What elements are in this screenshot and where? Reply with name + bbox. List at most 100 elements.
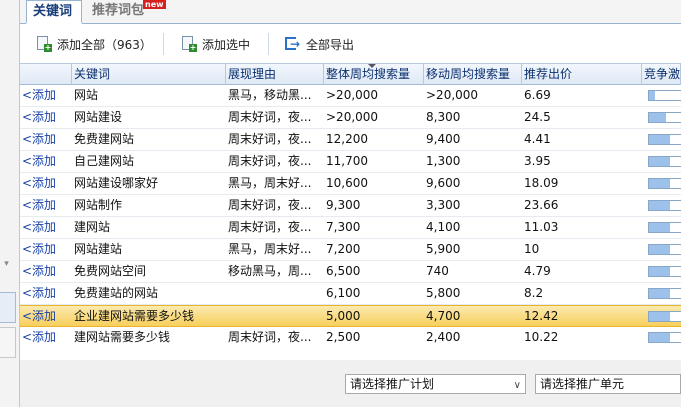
- add-all-button[interactable]: + 添加全部（963）: [36, 35, 152, 53]
- add-keyword-link[interactable]: <添加: [20, 283, 56, 304]
- reason-cell: 周末好词，夜...: [228, 132, 312, 146]
- competition-bar-fill: [649, 267, 670, 276]
- total-search-cell: 11,700: [326, 154, 368, 168]
- mobile-search-cell: 3,300: [426, 198, 461, 212]
- bid-cell: 10.22: [524, 330, 559, 344]
- bid-cell: 12.42: [524, 309, 559, 323]
- add-keyword-link[interactable]: <添加: [20, 195, 56, 216]
- table-row[interactable]: <添加 网站建设哪家好 黑马，周末好... 10,600 9,600 18.09: [20, 173, 681, 195]
- mobile-search-cell: 2,400: [426, 330, 461, 344]
- add-keyword-link[interactable]: <添加: [20, 239, 56, 260]
- add-selected-button[interactable]: + 添加选中: [181, 35, 250, 53]
- competition-bar-fill: [649, 333, 670, 342]
- add-all-label: 添加全部（963）: [57, 37, 152, 52]
- chevron-down-icon[interactable]: ▾: [0, 256, 13, 272]
- left-sidebar: ▾: [0, 0, 20, 407]
- bottom-bar: 请选择推广计划 ∨ 请选择推广单元: [20, 360, 681, 407]
- competition-bar-fill: [649, 135, 670, 144]
- column-header-keyword[interactable]: 关键词: [72, 64, 226, 85]
- keyword-cell: 自己建网站: [74, 154, 135, 168]
- competition-bar: [648, 156, 681, 167]
- tab-recommended-packages[interactable]: 推荐词包: [86, 0, 150, 24]
- toolbar-divider: [268, 33, 269, 55]
- competition-bar: [648, 222, 681, 233]
- reason-cell: 黑马，周末好...: [228, 176, 312, 190]
- competition-bar-fill: [649, 312, 670, 321]
- competition-bar: [648, 112, 681, 123]
- toolbar: + 添加全部（963） + 添加选中 → 全部导出: [20, 25, 681, 63]
- column-header-bid[interactable]: 推荐出价: [522, 64, 642, 85]
- mobile-search-cell: 9,600: [426, 176, 461, 190]
- mobile-search-cell: >20,000: [426, 88, 479, 102]
- keyword-cell: 免费建站的网站: [74, 286, 159, 300]
- export-icon: →: [285, 36, 301, 52]
- table-row[interactable]: <添加 免费建网站 周末好词，夜... 12,200 9,400 4.41: [20, 129, 681, 151]
- competition-bar: [648, 311, 681, 322]
- keyword-cell: 建网站: [74, 220, 111, 234]
- bid-cell: 11.03: [524, 220, 559, 234]
- reason-cell: 黑马，移动黑...: [228, 88, 312, 102]
- add-keyword-link[interactable]: <添加: [20, 107, 56, 128]
- chevron-down-icon: ∨: [513, 380, 521, 391]
- sidebar-button[interactable]: [0, 327, 16, 358]
- plan-select[interactable]: 请选择推广计划 ∨: [345, 374, 526, 394]
- column-header-reason[interactable]: 展现理由: [226, 64, 324, 85]
- add-keyword-link[interactable]: <添加: [20, 129, 56, 150]
- add-keyword-link[interactable]: <添加: [20, 85, 56, 106]
- table-row[interactable]: <添加 自己建网站 周末好词，夜... 11,700 1,300 3.95: [20, 151, 681, 173]
- bid-cell: 3.95: [524, 154, 551, 168]
- add-keyword-link[interactable]: <添加: [20, 327, 56, 347]
- column-header-competition[interactable]: 竞争激烈程度: [642, 64, 681, 85]
- add-keyword-link[interactable]: <添加: [20, 306, 56, 327]
- competition-bar: [648, 200, 681, 211]
- reason-cell: 周末好词，夜...: [228, 198, 312, 212]
- table-row[interactable]: <添加 建网站 周末好词，夜... 7,300 4,100 11.03: [20, 217, 681, 239]
- table-row[interactable]: <添加 免费建站的网站 6,100 5,800 8.2: [20, 283, 681, 305]
- bid-cell: 23.66: [524, 198, 559, 212]
- column-header-mobile-search[interactable]: 移动周均搜索量: [424, 64, 522, 85]
- add-keyword-link[interactable]: <添加: [20, 217, 56, 238]
- competition-bar-fill: [649, 289, 670, 298]
- reason-cell: 周末好词，夜...: [228, 154, 312, 168]
- total-search-cell: 5,000: [326, 309, 361, 323]
- competition-bar: [648, 266, 681, 277]
- export-all-button[interactable]: → 全部导出: [285, 35, 354, 53]
- table-row[interactable]: <添加 企业建网站需要多少钱 5,000 4,700 12.42: [20, 305, 681, 327]
- table-row[interactable]: <添加 网站 黑马，移动黑... >20,000 >20,000 6.69: [20, 85, 681, 107]
- reason-cell: 周末好词，夜...: [228, 330, 312, 344]
- total-search-cell: 10,600: [326, 176, 368, 190]
- tab-bar: 关键词 推荐词包 new: [20, 0, 681, 24]
- keyword-cell: 免费建网站: [74, 132, 135, 146]
- table-row[interactable]: <添加 网站建站 黑马，周末好... 7,200 5,900 10: [20, 239, 681, 261]
- keyword-panel: 关键词 推荐词包 new + 添加全部（963） + 添加选中 → 全部导出 关…: [20, 0, 681, 360]
- total-search-cell: 9,300: [326, 198, 361, 212]
- keyword-cell: 网站建站: [74, 242, 123, 256]
- table-row[interactable]: <添加 网站建设 周末好词，夜... >20,000 8,300 24.5: [20, 107, 681, 129]
- sort-descending-icon: [368, 64, 376, 68]
- mobile-search-cell: 8,300: [426, 110, 461, 124]
- mobile-search-cell: 9,400: [426, 132, 461, 146]
- keyword-cell: 网站制作: [74, 198, 123, 212]
- bid-cell: 10: [524, 242, 540, 256]
- mobile-search-cell: 4,700: [426, 309, 461, 323]
- tab-keywords[interactable]: 关键词: [26, 0, 82, 24]
- bid-cell: 8.2: [524, 286, 544, 300]
- total-search-cell: 6,100: [326, 286, 361, 300]
- sidebar-button[interactable]: [0, 292, 16, 323]
- reason-cell: 移动黑马，周...: [228, 264, 312, 278]
- bid-cell: 4.79: [524, 264, 551, 278]
- mobile-search-cell: 4,100: [426, 220, 461, 234]
- table-row[interactable]: <添加 网站制作 周末好词，夜... 9,300 3,300 23.66: [20, 195, 681, 217]
- add-keyword-link[interactable]: <添加: [20, 261, 56, 282]
- competition-bar-fill: [649, 157, 670, 166]
- keyword-cell: 企业建网站需要多少钱: [74, 309, 195, 323]
- competition-bar: [648, 178, 681, 189]
- total-search-cell: 6,500: [326, 264, 361, 278]
- competition-bar-fill: [649, 179, 670, 188]
- unit-select[interactable]: 请选择推广单元: [535, 374, 681, 394]
- add-keyword-link[interactable]: <添加: [20, 151, 56, 172]
- reason-cell: 周末好词，夜...: [228, 110, 312, 124]
- add-keyword-link[interactable]: <添加: [20, 173, 56, 194]
- table-row[interactable]: <添加 建网站需要多少钱 周末好词，夜... 2,500 2,400 10.22: [20, 327, 681, 347]
- table-row[interactable]: <添加 免费网站空间 移动黑马，周... 6,500 740 4.79: [20, 261, 681, 283]
